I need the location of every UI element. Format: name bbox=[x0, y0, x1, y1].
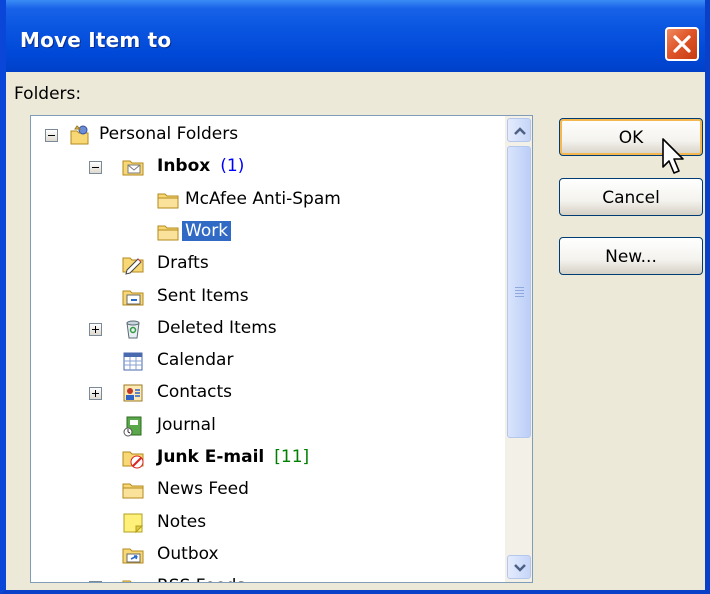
rss-feeds-icon bbox=[122, 580, 132, 582]
scroll-up-button[interactable] bbox=[507, 118, 531, 142]
folder-name: Calendar bbox=[157, 350, 234, 371]
close-button[interactable] bbox=[665, 27, 699, 61]
folder-name: Work bbox=[185, 220, 229, 241]
tree-item-label: Journal bbox=[157, 415, 216, 435]
scroll-down-button[interactable] bbox=[507, 555, 531, 579]
folder-name: Contacts bbox=[157, 382, 232, 403]
folder-name: News Feed bbox=[157, 479, 249, 500]
sent-items-icon bbox=[122, 290, 144, 305]
dialog-title: Move Item to bbox=[20, 28, 172, 52]
calendar-icon bbox=[123, 352, 143, 371]
expand-icon[interactable] bbox=[89, 581, 102, 582]
chevron-up-icon bbox=[514, 127, 526, 135]
folder-icon bbox=[122, 483, 144, 499]
move-item-dialog: Move Item to Folders: Personal Folders In… bbox=[0, 0, 710, 594]
tree-item-label: McAfee Anti-Spam bbox=[185, 189, 341, 209]
tree-item-outbox[interactable]: Outbox bbox=[31, 540, 501, 570]
tree-item-work[interactable]: Work bbox=[31, 217, 501, 247]
tree-item-label: Inbox (1) bbox=[157, 156, 244, 176]
tree-item-label: News Feed bbox=[157, 479, 249, 499]
folders-label: Folders: bbox=[14, 84, 82, 104]
unread-count: [11] bbox=[274, 447, 310, 467]
folder-name: Journal bbox=[157, 414, 216, 435]
cancel-button[interactable]: Cancel bbox=[559, 178, 703, 216]
folder-name: McAfee Anti-Spam bbox=[185, 188, 341, 209]
folder-name: Deleted Items bbox=[157, 317, 277, 338]
junk-email-icon bbox=[122, 451, 144, 469]
tree-item-label: Sent Items bbox=[157, 286, 249, 306]
tree-item-label: Work bbox=[182, 220, 232, 241]
mouse-cursor-icon bbox=[662, 138, 684, 174]
folder-name: Notes bbox=[157, 511, 207, 532]
notes-icon bbox=[123, 513, 144, 533]
scroll-thumb[interactable] bbox=[507, 146, 531, 438]
folder-name: Drafts bbox=[157, 253, 209, 274]
chevron-down-icon bbox=[514, 564, 526, 572]
tree-item-label: Contacts bbox=[157, 382, 232, 402]
folder-name: Junk E-mail bbox=[157, 447, 265, 467]
folder-name: Sent Items bbox=[157, 285, 249, 306]
personal-folders-icon bbox=[70, 125, 89, 145]
folder-icon bbox=[157, 193, 179, 209]
deleted-items-icon bbox=[126, 320, 140, 339]
tree-item-label: Deleted Items bbox=[157, 318, 277, 338]
tree-item-label: Calendar bbox=[157, 350, 233, 370]
tree-item-junk-e-mail[interactable]: Junk E-mail [11] bbox=[31, 443, 501, 473]
drafts-icon bbox=[122, 257, 144, 275]
tree-item-label: RSS Feeds bbox=[157, 576, 245, 582]
tree-item-label: Outbox bbox=[157, 544, 219, 564]
tree-item-contacts[interactable]: Contacts bbox=[31, 378, 501, 408]
tree-item-deleted-items[interactable]: Deleted Items bbox=[31, 314, 501, 344]
unread-count: (1) bbox=[220, 156, 245, 177]
contacts-icon bbox=[123, 384, 143, 402]
tree-item-sent-items[interactable]: Sent Items bbox=[31, 282, 501, 312]
tree-item-news-feed[interactable]: News Feed bbox=[31, 475, 501, 505]
tree-item-label: Drafts bbox=[157, 253, 209, 273]
tree-item-inbox[interactable]: Inbox (1) bbox=[31, 152, 501, 182]
title-bar[interactable]: Move Item to bbox=[6, 0, 705, 72]
tree-item-journal[interactable]: Journal bbox=[31, 411, 501, 441]
folder-name: Outbox bbox=[157, 543, 219, 564]
tree-item-label: Junk E-mail [11] bbox=[157, 447, 309, 467]
outbox-icon bbox=[122, 548, 144, 564]
collapse-icon[interactable] bbox=[89, 161, 102, 175]
tree-item-label: Notes bbox=[157, 512, 206, 532]
folder-icon bbox=[157, 225, 179, 241]
tree-item-drafts[interactable]: Drafts bbox=[31, 249, 501, 279]
vertical-scrollbar[interactable] bbox=[505, 116, 532, 582]
tree-item-mcafee-anti-spam[interactable]: McAfee Anti-Spam bbox=[31, 185, 501, 215]
tree-item-rss-feeds[interactable]: RSS Feeds bbox=[31, 572, 501, 582]
collapse-icon[interactable] bbox=[45, 129, 58, 142]
folder-name: RSS Feeds bbox=[157, 576, 245, 582]
tree-item-notes[interactable]: Notes bbox=[31, 508, 501, 538]
folder-name: Inbox bbox=[157, 156, 211, 177]
expand-icon[interactable] bbox=[89, 322, 102, 336]
close-icon bbox=[673, 35, 691, 53]
folder-tree[interactable]: Personal Folders Inbox (1) McAfee Anti-Spam… bbox=[30, 115, 533, 583]
new-folder-button[interactable]: New... bbox=[559, 237, 703, 275]
tree-item-label: Personal Folders bbox=[99, 124, 238, 144]
journal-icon bbox=[123, 416, 142, 437]
tree-item-calendar[interactable]: Calendar bbox=[31, 346, 501, 376]
folder-name: Personal Folders bbox=[99, 124, 239, 144]
expand-icon[interactable] bbox=[89, 387, 102, 401]
inbox-icon bbox=[122, 160, 144, 176]
tree-item-personal-folders[interactable]: Personal Folders bbox=[31, 120, 501, 150]
